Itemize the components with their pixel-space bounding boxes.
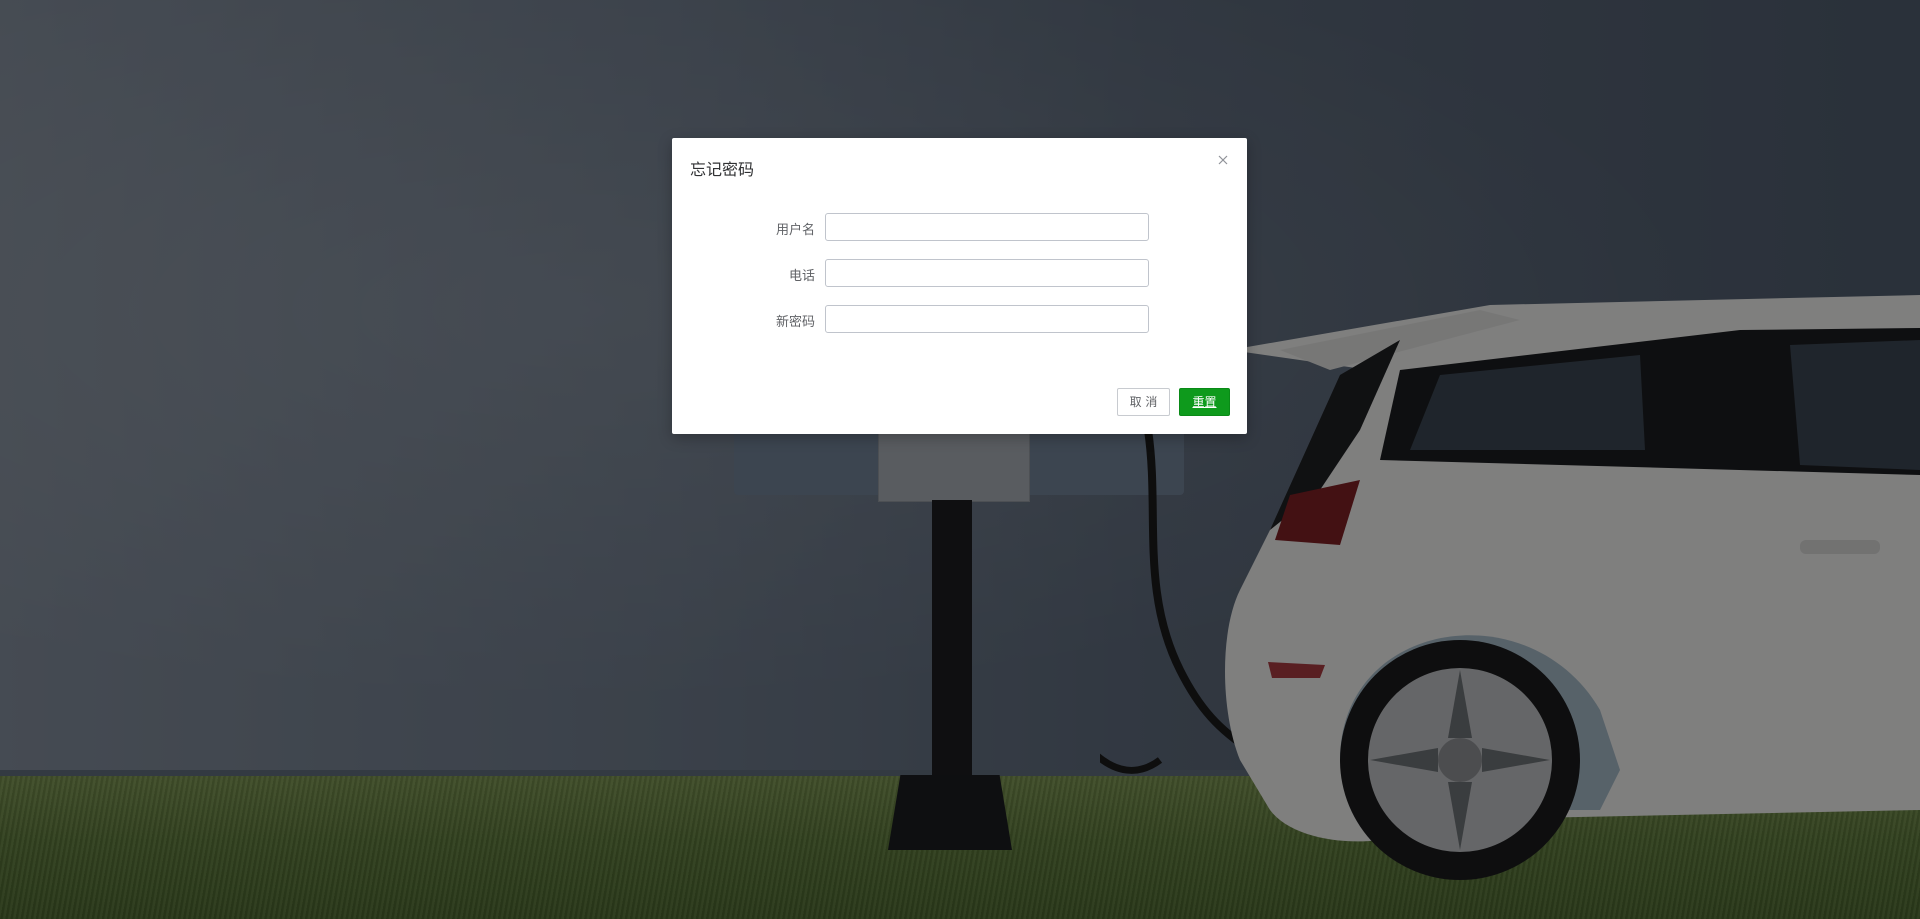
username-row: 用户名 — [672, 213, 1247, 243]
cancel-button[interactable]: 取 消 — [1117, 388, 1170, 416]
reset-button[interactable]: 重置 — [1179, 388, 1230, 416]
dialog-title: 忘记密码 — [690, 160, 755, 179]
username-input[interactable] — [825, 213, 1149, 241]
username-label: 用户名 — [775, 223, 815, 238]
phone-label: 电话 — [788, 269, 815, 284]
new-password-input[interactable] — [825, 305, 1149, 333]
new-password-row: 新密码 — [672, 305, 1247, 335]
forgot-password-dialog: 忘记密码 用户名 电话 新密码 取 消 重置 — [672, 138, 1247, 434]
new-password-label: 新密码 — [775, 315, 815, 330]
close-icon[interactable] — [1215, 152, 1231, 168]
phone-row: 电话 — [672, 259, 1247, 289]
phone-input[interactable] — [825, 259, 1149, 287]
